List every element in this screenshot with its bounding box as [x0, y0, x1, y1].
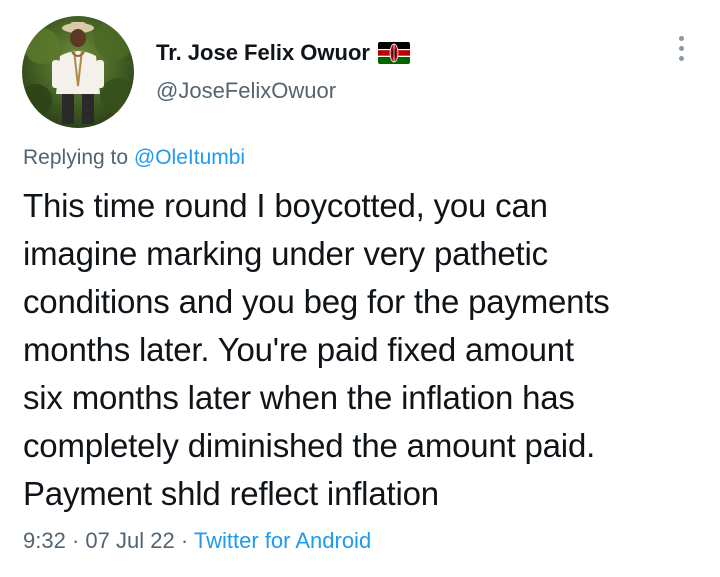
- replying-to-label: Replying to: [23, 146, 129, 169]
- tweet-text-line: months later. You're paid fixed amount: [23, 331, 574, 368]
- tweet-text-line: imagine marking under very pathetic: [23, 235, 548, 272]
- meta-separator: ·: [180, 528, 189, 553]
- tweet-text-line: six months later when the inflation has: [23, 379, 575, 416]
- tweet-date[interactable]: 07 Jul 22: [85, 528, 174, 553]
- more-options-icon-dot: [678, 55, 684, 61]
- tweet-text-line: Payment shld reflect inflation: [23, 475, 439, 512]
- tweet-meta: 9:32 · 07 Jul 22 · Twitter for Android: [23, 528, 371, 554]
- tweet-card: Tr. Jose Felix Owuor @JoseFelixOwuor Rep…: [0, 0, 720, 577]
- tweet-text-line: This time round I boycotted, you can: [23, 187, 548, 224]
- tweet-source-link[interactable]: Twitter for Android: [194, 528, 371, 553]
- avatar[interactable]: [22, 16, 134, 128]
- tweet-text-line: conditions and you beg for the payments: [23, 283, 610, 320]
- reply-mention-link[interactable]: @OleItumbi: [134, 146, 245, 169]
- replying-to: Replying to @OleItumbi: [23, 146, 245, 170]
- author-handle[interactable]: @JoseFelixOwuor: [156, 78, 336, 104]
- author-name-row[interactable]: Tr. Jose Felix Owuor: [156, 38, 410, 68]
- more-options-button[interactable]: [664, 28, 698, 68]
- meta-separator: ·: [71, 528, 80, 553]
- more-options-icon-dot: [678, 45, 684, 51]
- author-display-name[interactable]: Tr. Jose Felix Owuor: [156, 40, 370, 66]
- tweet-text-line: completely diminished the amount paid.: [23, 427, 596, 464]
- more-options-icon-dot: [678, 35, 684, 41]
- tweet-time[interactable]: 9:32: [23, 528, 66, 553]
- tweet-text: This time round I boycotted, you can ima…: [23, 182, 713, 518]
- avatar-image: [22, 16, 134, 128]
- kenya-flag-icon: [377, 42, 410, 64]
